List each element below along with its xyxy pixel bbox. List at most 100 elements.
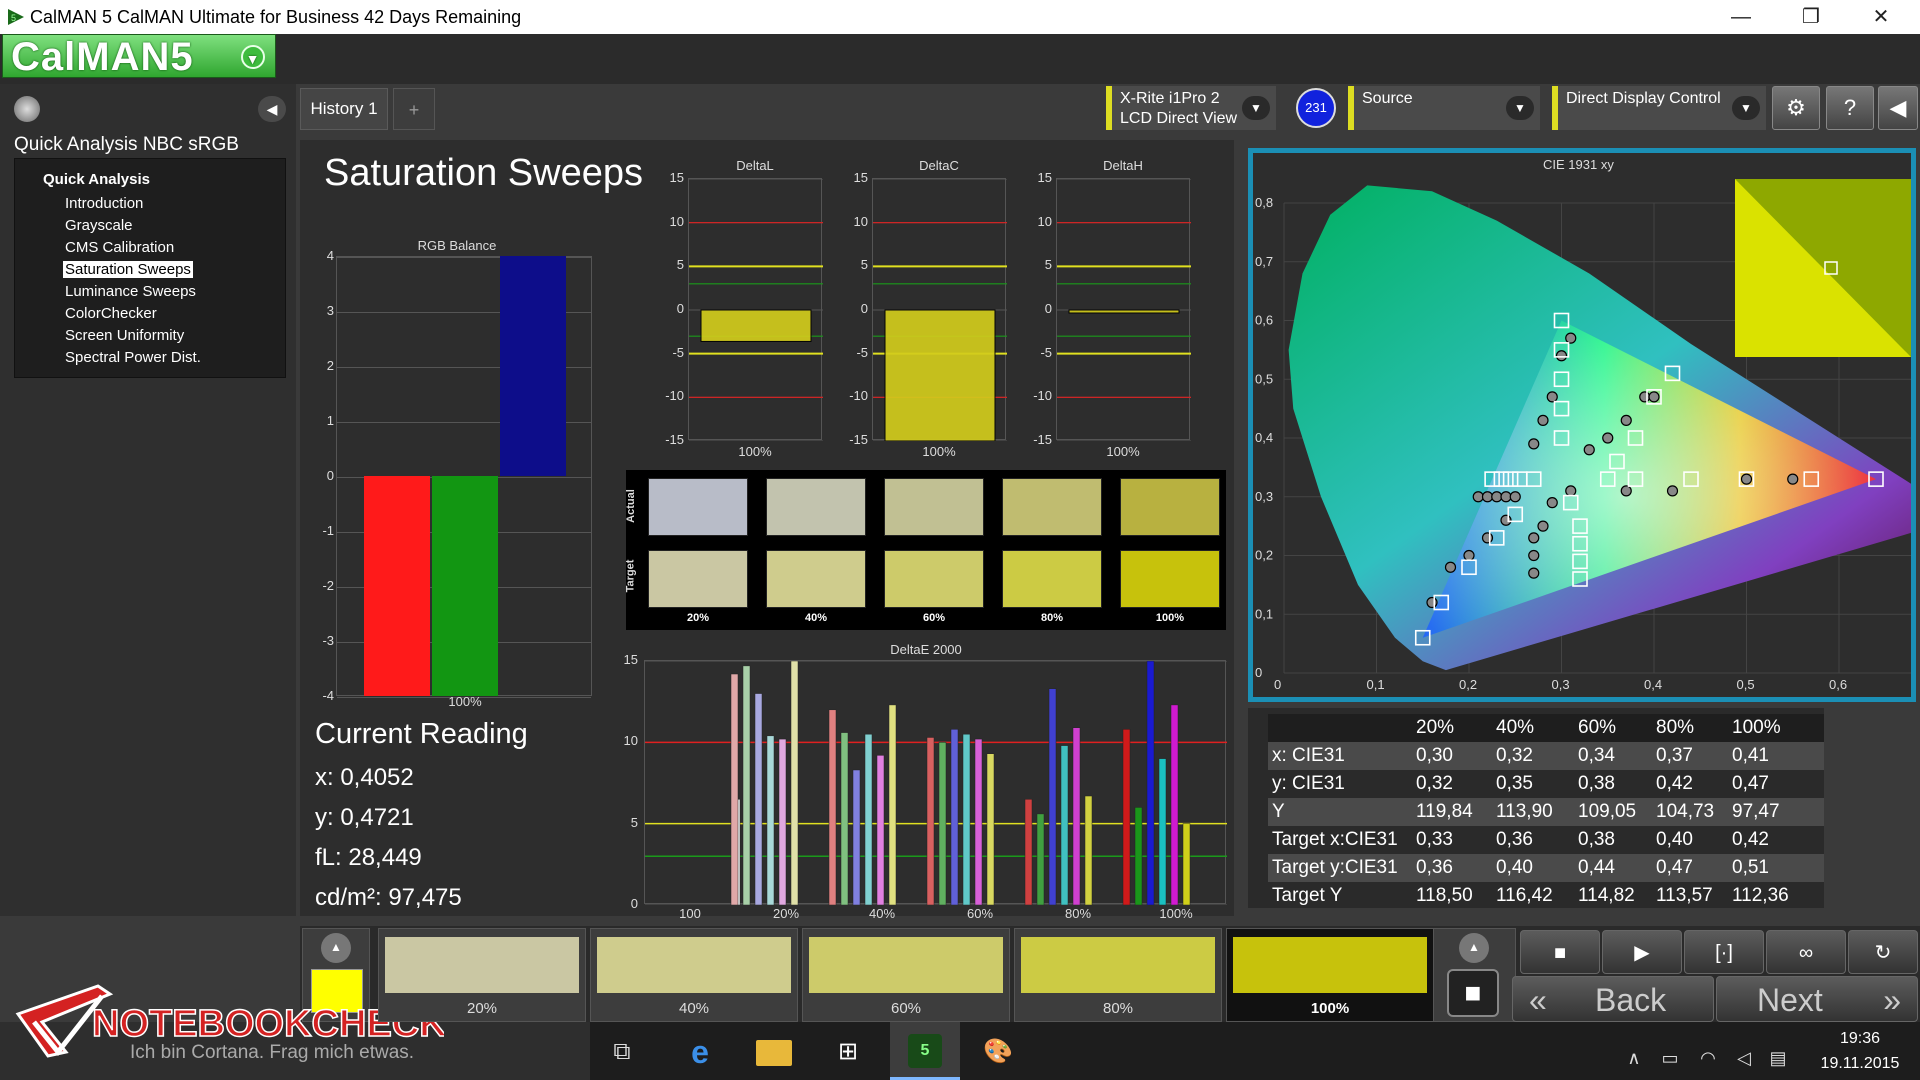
actual-swatch [884, 478, 984, 536]
chevron-up-icon[interactable]: ∧ [1616, 1040, 1652, 1076]
nav-colorchecker[interactable]: ColorChecker [63, 305, 159, 322]
target-swatch [884, 550, 984, 608]
stop-measurement-button[interactable]: ■ [1447, 969, 1499, 1017]
minimize-button[interactable]: — [1718, 2, 1764, 32]
calman-taskbar-button[interactable]: 5 [890, 1022, 960, 1080]
deltae-bar [876, 755, 885, 906]
table-cell: 0,41 [1732, 745, 1769, 766]
swatch-up-button[interactable]: ▲ [321, 933, 351, 963]
tree-section-quick-analysis[interactable]: Quick Analysis [43, 171, 150, 188]
table-cell: 0,32 [1416, 773, 1453, 794]
delta-ytick: 0 [860, 301, 868, 316]
nav-cms-calibration[interactable]: CMS Calibration [63, 239, 176, 256]
table-cell: 0,42 [1732, 829, 1769, 850]
store-icon[interactable]: ⊞ [830, 1034, 866, 1070]
back-button[interactable]: « Back [1512, 976, 1714, 1022]
chevron-down-icon[interactable]: ▼ [1506, 96, 1534, 120]
calman-logo-menu[interactable]: CalMAN5 ▼ [2, 34, 276, 79]
settings-button[interactable]: ⚙ [1772, 86, 1820, 130]
delta-ytick: 0 [1044, 301, 1052, 316]
nav-introduction[interactable]: Introduction [63, 195, 145, 212]
nav-luminance-sweeps[interactable]: Luminance Sweeps [63, 283, 198, 300]
measurement-point-1[interactable]: 20% [378, 928, 586, 1022]
volume-muted-icon[interactable]: ◁ [1726, 1040, 1762, 1076]
table-cell: 0,34 [1578, 745, 1615, 766]
battery-icon[interactable]: ▭ [1652, 1040, 1688, 1076]
delta-ytick: 5 [860, 257, 868, 273]
target-swatch [648, 550, 748, 608]
actual-swatch [648, 478, 748, 536]
actual-point [1528, 532, 1540, 544]
delta-ytick: 15 [853, 170, 868, 185]
record-icon[interactable] [14, 96, 40, 122]
delta-ytick: 0 [676, 301, 684, 316]
stop-button[interactable]: ■ [1520, 930, 1600, 974]
chevron-down-icon[interactable]: ▼ [1242, 96, 1270, 120]
edge-browser-icon[interactable]: e [682, 1034, 718, 1070]
reading-fl: fL: 28,449 [315, 844, 422, 871]
workflow-title: Quick Analysis NBC sRGB [14, 134, 239, 155]
restore-button[interactable]: ❐ [1788, 2, 1834, 32]
deltae-ytick: 15 [623, 652, 638, 667]
table-cell: 0,47 [1732, 773, 1769, 794]
actual-swatch [766, 478, 866, 536]
collapse-panel-button[interactable]: ◀ [258, 96, 286, 122]
source-selector[interactable]: Source ▼ [1348, 86, 1540, 130]
actual-point [1555, 350, 1568, 362]
table-row: y: CIE31 0,32 0,35 0,38 0,42 0,47 [1268, 770, 1824, 798]
delta-ytick: 5 [1044, 257, 1052, 273]
deltae-bar [1158, 758, 1167, 906]
wifi-icon[interactable]: ◠ [1690, 1040, 1726, 1076]
nav-saturation-sweeps[interactable]: Saturation Sweeps [63, 261, 193, 278]
next-button[interactable]: Next » [1716, 976, 1918, 1022]
close-button[interactable]: ✕ [1858, 2, 1904, 32]
fit-button[interactable]: [·] [1684, 930, 1764, 974]
play-button[interactable]: ▶ [1602, 930, 1682, 974]
notifications-icon[interactable]: ▤ [1760, 1040, 1796, 1076]
refresh-button[interactable]: ↻ [1848, 930, 1918, 974]
table-header-cell: 100% [1732, 717, 1781, 738]
add-tab-button[interactable]: + [393, 88, 435, 130]
table-header-cell: 80% [1656, 717, 1695, 738]
nav-spectral-power[interactable]: Spectral Power Dist. [63, 349, 203, 366]
measurement-point-5[interactable]: 100% [1226, 928, 1434, 1022]
table-cell: 119,84 [1416, 801, 1473, 822]
actual-point [1620, 485, 1632, 497]
cie-title: CIE 1931 xy [1543, 157, 1614, 172]
tab-history-1[interactable]: History 1 [300, 88, 388, 130]
meter-selector[interactable]: X-Rite i1Pro 2 LCD Direct View ▼ [1106, 86, 1276, 130]
measurement-point-3[interactable]: 60% [802, 928, 1010, 1022]
table-cell: 0,40 [1656, 829, 1693, 850]
loop-button[interactable]: ∞ [1766, 930, 1846, 974]
actual-swatch [1002, 478, 1102, 536]
point-color [809, 937, 1003, 993]
file-explorer-icon[interactable] [756, 1040, 792, 1066]
actual-point [1463, 549, 1475, 562]
stop-panel: ▲ ■ [1432, 928, 1516, 1022]
actual-point [1472, 491, 1484, 503]
panel-up-button[interactable]: ▲ [1459, 933, 1489, 963]
deltae-bar [864, 733, 873, 906]
paint-icon[interactable]: 🎨 [980, 1034, 1016, 1070]
task-view-icon[interactable]: ⧉ [604, 1034, 640, 1070]
actual-point [1620, 414, 1632, 426]
delta-ytick: -5 [1040, 344, 1052, 360]
chevron-down-icon[interactable]: ▼ [241, 45, 265, 69]
nav-grayscale[interactable]: Grayscale [63, 217, 135, 234]
clock[interactable]: 19:36 19.11.2015 [1818, 1026, 1902, 1076]
table-cell: 0,51 [1732, 857, 1769, 878]
deltae-bar [840, 732, 849, 906]
actual-point [1787, 473, 1799, 485]
delta-title: DeltaL [736, 158, 774, 173]
help-button[interactable]: ? [1826, 86, 1874, 130]
measurement-point-2[interactable]: 40% [590, 928, 798, 1022]
chevron-down-icon[interactable]: ▼ [1732, 96, 1760, 120]
side-panel-toggle[interactable]: ◀ [1878, 86, 1918, 130]
table-cell: 0,44 [1578, 857, 1615, 878]
rgb-ytick: 1 [326, 413, 334, 428]
nav-screen-uniformity[interactable]: Screen Uniformity [63, 327, 186, 344]
cie-chart-panel: 0 0 0,1 0,1 0,2 0,2 0,3 0,3 0,4 0,4 0,5 0,5 0,6 0,6 0,… [1248, 148, 1920, 702]
deltae-bar [1134, 807, 1143, 906]
measurement-point-4[interactable]: 80% [1014, 928, 1222, 1022]
display-selector[interactable]: Direct Display Control ▼ [1552, 86, 1766, 130]
